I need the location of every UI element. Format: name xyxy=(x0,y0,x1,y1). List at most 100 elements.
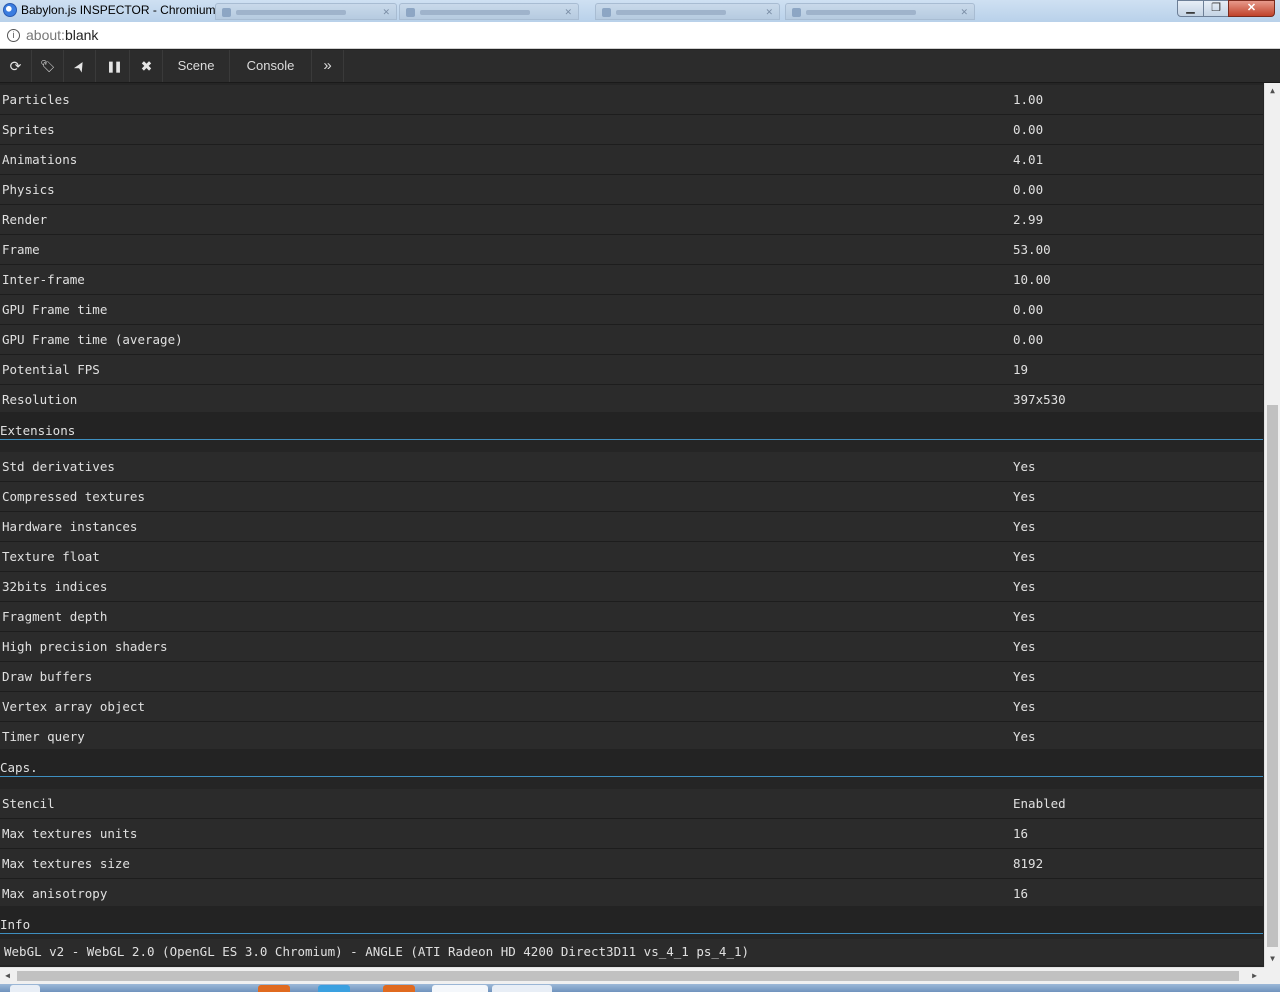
stat-row-inter-frame: Inter-frame 10.00 xyxy=(0,265,1263,295)
stat-label: GPU Frame time xyxy=(2,302,108,317)
ext-value: Yes xyxy=(1013,519,1036,534)
tab-favicon-icon xyxy=(222,8,231,17)
close-inspector-button[interactable]: ✖ xyxy=(131,50,163,82)
taskbar-item[interactable] xyxy=(432,985,488,992)
ext-label: Hardware instances xyxy=(2,519,138,534)
inspector-toolbar: ⟳ 🏷 ➤ ❚❚ ✖ Scene Console » xyxy=(0,50,1280,83)
window-title: Babylon.js INSPECTOR - Chromium xyxy=(21,3,216,17)
scrollbar-corner xyxy=(1264,967,1280,984)
background-tab[interactable]: ✕ xyxy=(595,3,780,20)
url-scheme: about: xyxy=(26,27,65,43)
stat-value: 0.00 xyxy=(1013,182,1044,197)
stat-value: 53.00 xyxy=(1013,242,1051,257)
tab-console[interactable]: Console xyxy=(230,50,312,82)
stat-label: Inter-frame xyxy=(2,272,85,287)
caps-label: Stencil xyxy=(2,796,55,811)
tab-scene[interactable]: Scene xyxy=(163,50,230,82)
background-tab[interactable]: ✕ xyxy=(215,3,397,20)
stat-label: Resolution xyxy=(2,392,78,407)
scroll-left-arrow-icon[interactable]: ◀ xyxy=(0,968,15,984)
stat-row-physics: Physics 0.00 xyxy=(0,175,1263,205)
tab-close-icon[interactable]: ✕ xyxy=(960,7,968,18)
pick-button[interactable]: ➤ xyxy=(64,50,96,82)
ext-row-32bits-indices: 32bits indices Yes xyxy=(0,572,1263,602)
ext-label: Fragment depth xyxy=(2,609,108,624)
vertical-scrollbar[interactable]: ▲ ▼ xyxy=(1264,83,1280,967)
scroll-down-arrow-icon[interactable]: ▼ xyxy=(1265,951,1280,966)
stat-row-render: Render 2.99 xyxy=(0,205,1263,235)
section-title: Caps. xyxy=(0,760,38,775)
window-title-bar: Babylon.js INSPECTOR - Chromium ✕ ✕ ✕ ✕ … xyxy=(0,0,1280,22)
ext-value: Yes xyxy=(1013,579,1036,594)
tags-button[interactable]: 🏷 xyxy=(32,50,64,82)
address-bar[interactable]: i about:blank xyxy=(0,22,1280,49)
pointer-icon: ➤ xyxy=(69,56,89,75)
ext-label: 32bits indices xyxy=(2,579,108,594)
caps-label: Max textures size xyxy=(2,856,130,871)
tab-favicon-icon xyxy=(602,8,611,17)
taskbar-item[interactable] xyxy=(318,985,350,992)
stat-row-potential-fps: Potential FPS 19 xyxy=(0,355,1263,385)
section-title: Extensions xyxy=(0,423,76,438)
ext-row-fragment-depth: Fragment depth Yes xyxy=(0,602,1263,632)
webgl-info-line: WebGL v2 - WebGL 2.0 (OpenGL ES 3.0 Chro… xyxy=(0,939,1263,965)
caps-label: Max textures units xyxy=(2,826,138,841)
refresh-icon: ⟳ xyxy=(9,57,22,74)
background-tab[interactable]: ✕ xyxy=(399,3,579,20)
background-tab[interactable]: ✕ xyxy=(785,3,975,20)
stat-value: 1.00 xyxy=(1013,92,1044,107)
ext-label: Compressed textures xyxy=(2,489,145,504)
ext-label: Timer query xyxy=(2,729,85,744)
tab-close-icon[interactable]: ✕ xyxy=(382,7,390,18)
stat-value: 2.99 xyxy=(1013,212,1044,227)
ext-row-vertex-array-object: Vertex array object Yes xyxy=(0,692,1263,722)
minimize-button[interactable]: ▁ xyxy=(1177,0,1204,17)
stat-value: 0.00 xyxy=(1013,302,1044,317)
ext-value: Yes xyxy=(1013,459,1036,474)
tags-icon: 🏷 xyxy=(39,59,56,73)
stat-row-gpu-frame-time-average: GPU Frame time (average) 0.00 xyxy=(0,325,1263,355)
ext-row-draw-buffers: Draw buffers Yes xyxy=(0,662,1263,692)
ext-row-hardware-instances: Hardware instances Yes xyxy=(0,512,1263,542)
ext-value: Yes xyxy=(1013,489,1036,504)
refresh-button[interactable]: ⟳ xyxy=(0,50,32,82)
ext-label: Texture float xyxy=(2,549,100,564)
taskbar-item[interactable] xyxy=(492,985,552,992)
stat-label: GPU Frame time (average) xyxy=(2,332,183,347)
tab-favicon-icon xyxy=(792,8,801,17)
stat-label: Potential FPS xyxy=(2,362,100,377)
stat-row-frame: Frame 53.00 xyxy=(0,235,1263,265)
info-icon[interactable]: i xyxy=(7,29,20,42)
section-header-info: Info xyxy=(0,906,1263,934)
tab-close-icon[interactable]: ✕ xyxy=(765,7,773,18)
taskbar-item[interactable] xyxy=(383,985,415,992)
more-tabs-button[interactable]: » xyxy=(312,50,344,82)
scroll-up-arrow-icon[interactable]: ▲ xyxy=(1265,83,1280,98)
taskbar-item[interactable] xyxy=(258,985,290,992)
close-window-button[interactable]: ✕ xyxy=(1228,0,1275,17)
stat-value: 0.00 xyxy=(1013,122,1044,137)
url-text[interactable]: about:blank xyxy=(26,27,98,43)
stat-row-animations: Animations 4.01 xyxy=(0,145,1263,175)
ext-value: Yes xyxy=(1013,729,1036,744)
ext-label: Std derivatives xyxy=(2,459,115,474)
tab-close-icon[interactable]: ✕ xyxy=(564,7,572,18)
caps-value: 16 xyxy=(1013,886,1029,901)
ext-row-texture-float: Texture float Yes xyxy=(0,542,1263,572)
section-title: Info xyxy=(0,917,31,932)
pause-button[interactable]: ❚❚ xyxy=(98,50,130,82)
ext-value: Yes xyxy=(1013,549,1036,564)
stat-row-particles: Particles 1.00 xyxy=(0,85,1263,115)
horizontal-scroll-thumb[interactable] xyxy=(17,971,1239,981)
maximize-button[interactable]: ❐ xyxy=(1203,0,1229,17)
taskbar-item[interactable] xyxy=(10,985,40,992)
ext-value: Yes xyxy=(1013,669,1036,684)
horizontal-scrollbar[interactable]: ◀ ▶ xyxy=(0,967,1264,984)
vertical-scroll-thumb[interactable] xyxy=(1267,405,1278,947)
caps-value: 16 xyxy=(1013,826,1029,841)
caps-label: Max anisotropy xyxy=(2,886,108,901)
scroll-right-arrow-icon[interactable]: ▶ xyxy=(1247,968,1262,984)
stat-label: Sprites xyxy=(2,122,55,137)
window-controls: ▁ ❐ ✕ xyxy=(1177,0,1275,18)
stat-label: Animations xyxy=(2,152,78,167)
